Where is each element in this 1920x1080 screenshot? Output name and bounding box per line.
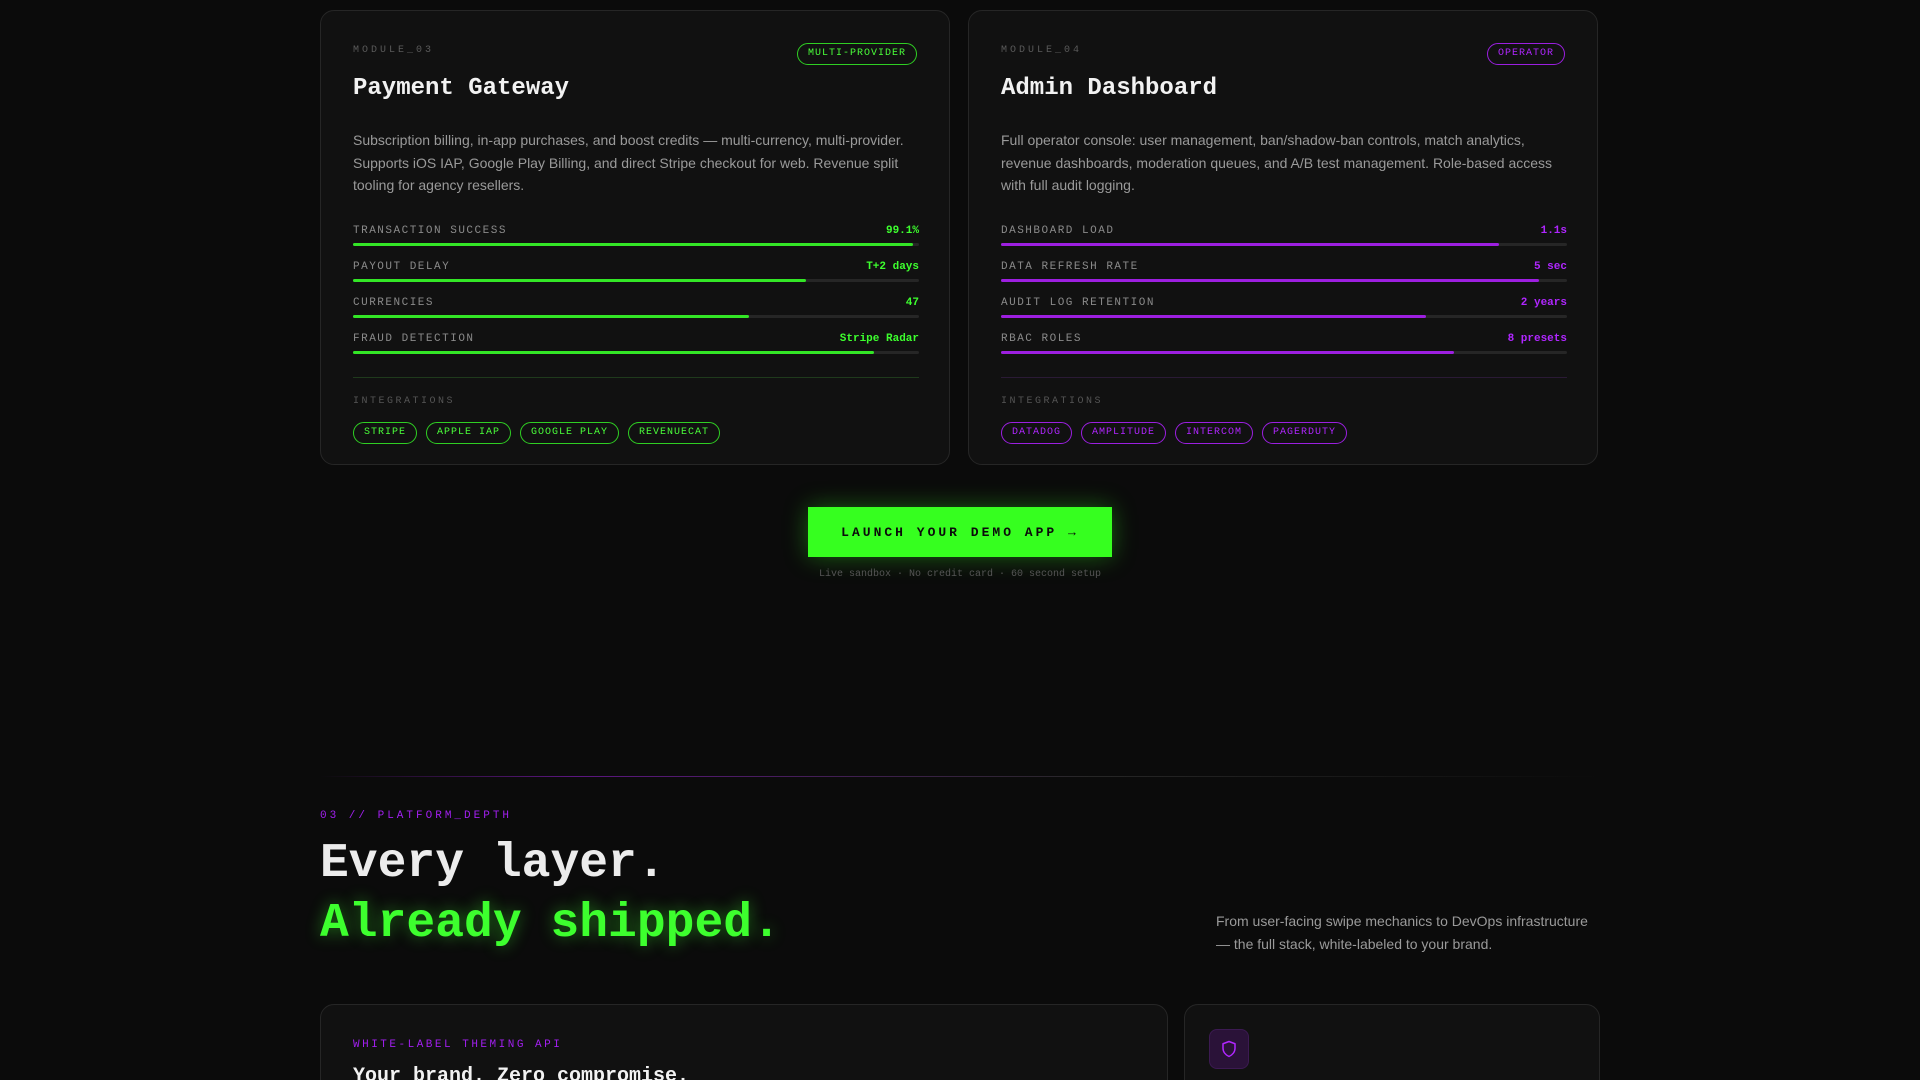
metric-fill — [353, 315, 750, 318]
metric-fill — [353, 243, 914, 246]
metrics-list: DASHBOARD LOAD 1.1s DATA REFRESH RATE 5 … — [1001, 223, 1567, 367]
metric-row: PAYOUT DELAY T+2 days — [353, 259, 919, 295]
shield-icon — [1209, 1029, 1249, 1069]
metric-track — [1001, 315, 1567, 318]
metric-fill — [353, 279, 806, 282]
feature-card-security — [1184, 1004, 1600, 1080]
module-tag: MODULE_04 — [1001, 45, 1083, 56]
integration-chip-apple-iap[interactable]: APPLE IAP — [426, 422, 512, 444]
metric-row: FRAUD DETECTION Stripe Radar — [353, 331, 919, 367]
metric-track — [353, 315, 919, 318]
integration-chip-datadog[interactable]: DATADOG — [1001, 422, 1073, 444]
section-description: From user-facing swipe mechanics to DevO… — [1216, 913, 1588, 952]
integrations-list: STRIPE APPLE IAP GOOGLE PLAY REVENUECAT — [353, 422, 721, 444]
module-badge: OPERATOR — [1486, 43, 1565, 65]
feature-tag: WHITE-LABEL THEMING API — [353, 1039, 563, 1051]
metric-value: 8 presets — [1507, 333, 1567, 345]
feature-title: Your brand. Zero compromise. — [353, 1065, 690, 1080]
metric-fill — [353, 351, 874, 354]
integration-chip-stripe[interactable]: STRIPE — [353, 422, 418, 444]
metric-value: 99.1% — [885, 225, 919, 237]
module-card-admin-dashboard: MODULE_04 OPERATOR Admin Dashboard Full … — [968, 10, 1598, 465]
section-tag: 03 // PLATFORM_DEPTH — [320, 810, 513, 822]
launch-demo-button[interactable]: LAUNCH YOUR DEMO APP → — [808, 507, 1112, 557]
metric-value: 47 — [905, 297, 919, 309]
integrations-list: DATADOG AMPLITUDE INTERCOM PAGERDUTY — [1001, 422, 1348, 444]
module-description: Subscription billing, in-app purchases, … — [353, 132, 904, 193]
metric-value: 1.1s — [1540, 225, 1567, 237]
section-headline-line2: Already shipped. — [320, 897, 781, 951]
module-description: Full operator console: user management, … — [1001, 132, 1553, 193]
integrations-label: INTEGRATIONS — [353, 396, 456, 407]
metric-row: DATA REFRESH RATE 5 sec — [1001, 259, 1567, 295]
card-divider — [1001, 377, 1567, 378]
integration-chip-pagerduty[interactable]: PAGERDUTY — [1262, 422, 1348, 444]
metric-label: PAYOUT DELAY — [353, 261, 451, 273]
metric-row: RBAC ROLES 8 presets — [1001, 331, 1567, 367]
metric-label: TRANSACTION SUCCESS — [353, 225, 507, 237]
metric-track — [1001, 243, 1567, 246]
cta-note: Live sandbox · No credit card · 60 secon… — [818, 569, 1102, 580]
module-tag: MODULE_03 — [353, 45, 435, 56]
metric-row: CURRENCIES 47 — [353, 295, 919, 331]
metric-fill — [1001, 279, 1539, 282]
metric-fill — [1001, 243, 1500, 246]
metric-label: FRAUD DETECTION — [353, 333, 475, 345]
module-card-payment-gateway: MODULE_03 MULTI-PROVIDER Payment Gateway… — [320, 10, 950, 465]
metric-value: 2 years — [1520, 297, 1567, 309]
metric-row: AUDIT LOG RETENTION 2 years — [1001, 295, 1567, 331]
integration-chip-google-play[interactable]: GOOGLE PLAY — [520, 422, 620, 444]
metric-track — [1001, 351, 1567, 354]
integration-chip-revenuecat[interactable]: REVENUECAT — [628, 422, 721, 444]
metric-value: Stripe Radar — [839, 333, 919, 345]
metric-value: 5 sec — [1533, 261, 1567, 273]
module-badge: MULTI-PROVIDER — [796, 43, 917, 65]
metric-track — [353, 243, 919, 246]
metric-track — [1001, 279, 1567, 282]
metric-label: AUDIT LOG RETENTION — [1001, 297, 1155, 309]
metric-track — [353, 279, 919, 282]
metric-fill — [1001, 351, 1454, 354]
metric-label: CURRENCIES — [353, 297, 435, 309]
card-divider — [353, 377, 919, 378]
metric-row: DASHBOARD LOAD 1.1s — [1001, 223, 1567, 259]
section-headline-line1: Every layer. — [320, 837, 666, 891]
metric-fill — [1001, 315, 1426, 318]
section-divider — [320, 776, 1600, 777]
module-title: Admin Dashboard — [1001, 75, 1218, 102]
feature-card-theming: WHITE-LABEL THEMING API Your brand. Zero… — [320, 1004, 1168, 1080]
metric-label: DATA REFRESH RATE — [1001, 261, 1139, 273]
integration-chip-amplitude[interactable]: AMPLITUDE — [1081, 422, 1167, 444]
metric-track — [353, 351, 919, 354]
metric-label: RBAC ROLES — [1001, 333, 1083, 345]
metric-row: TRANSACTION SUCCESS 99.1% — [353, 223, 919, 259]
metric-label: DASHBOARD LOAD — [1001, 225, 1115, 237]
module-title: Payment Gateway — [353, 75, 570, 102]
metrics-list: TRANSACTION SUCCESS 99.1% PAYOUT DELAY T… — [353, 223, 919, 367]
integration-chip-intercom[interactable]: INTERCOM — [1175, 422, 1254, 444]
metric-value: T+2 days — [866, 261, 919, 273]
integrations-label: INTEGRATIONS — [1001, 396, 1104, 407]
